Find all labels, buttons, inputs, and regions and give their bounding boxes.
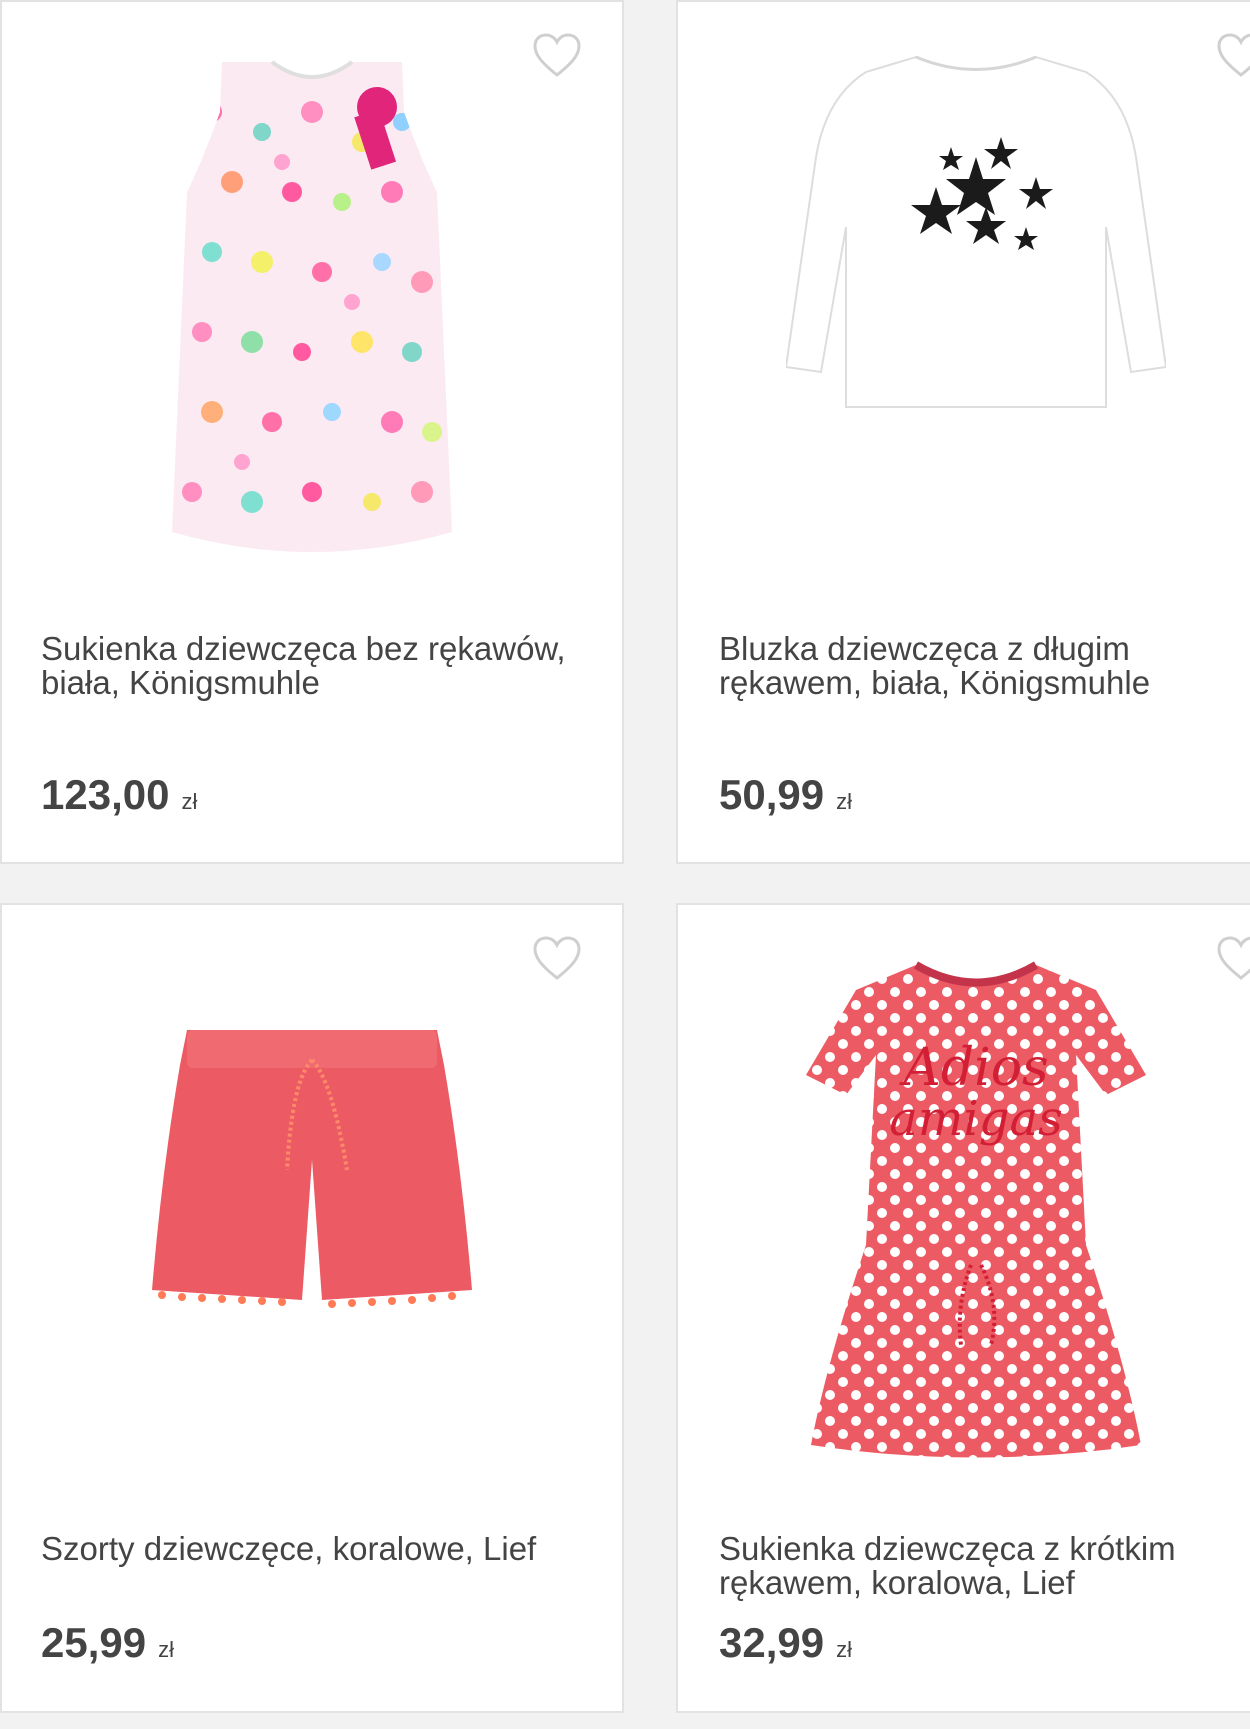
white-long-sleeve-star-top-image	[786, 55, 1166, 408]
product-image[interactable]: Adios amigas	[678, 925, 1250, 1485]
price-value: 25,99	[41, 1619, 147, 1666]
price-value: 123,00	[41, 771, 170, 818]
price-currency: zł	[836, 789, 852, 814]
coral-shorts-image	[152, 1030, 472, 1308]
product-price: 123,00 zł	[41, 772, 197, 825]
product-card[interactable]: Szorty dziewczęce, koralowe, Lief 25,99 z…	[0, 903, 624, 1713]
product-title[interactable]: Bluzka dziewczęca z długim rękawem, biał…	[719, 632, 1250, 700]
svg-text:Adios: Adios	[899, 1038, 1048, 1098]
product-card[interactable]: Adios amigas Sukienka dziewczęca z krótk…	[676, 903, 1250, 1713]
product-card[interactable]: Sukienka dziewczęca bez rękawów, biała, …	[0, 0, 624, 864]
product-price: 50,99 zł	[719, 772, 852, 825]
product-price: 32,99 zł	[719, 1620, 852, 1673]
price-currency: zł	[836, 1637, 852, 1662]
product-title[interactable]: Szorty dziewczęce, koralowe, Lief	[41, 1532, 581, 1566]
product-image[interactable]	[2, 925, 622, 1485]
price-currency: zł	[158, 1637, 174, 1662]
product-image[interactable]	[2, 22, 622, 612]
product-title[interactable]: Sukienka dziewczęca z krótkim rękawem, k…	[719, 1532, 1250, 1600]
price-value: 32,99	[719, 1619, 825, 1666]
product-price: 25,99 zł	[41, 1620, 174, 1673]
product-card[interactable]: Bluzka dziewczęca z długim rękawem, biał…	[676, 0, 1250, 864]
price-value: 50,99	[719, 771, 825, 818]
product-title[interactable]: Sukienka dziewczęca bez rękawów, biała, …	[41, 632, 601, 700]
svg-text:amigas: amigas	[889, 1091, 1062, 1147]
price-currency: zł	[181, 789, 198, 814]
product-grid: Sukienka dziewczęca bez rękawów, biała, …	[0, 0, 1250, 1729]
coral-polka-dot-dress-image: Adios amigas	[806, 961, 1146, 1458]
floral-heart-print-dress-image	[172, 60, 452, 552]
product-image[interactable]	[678, 22, 1250, 612]
